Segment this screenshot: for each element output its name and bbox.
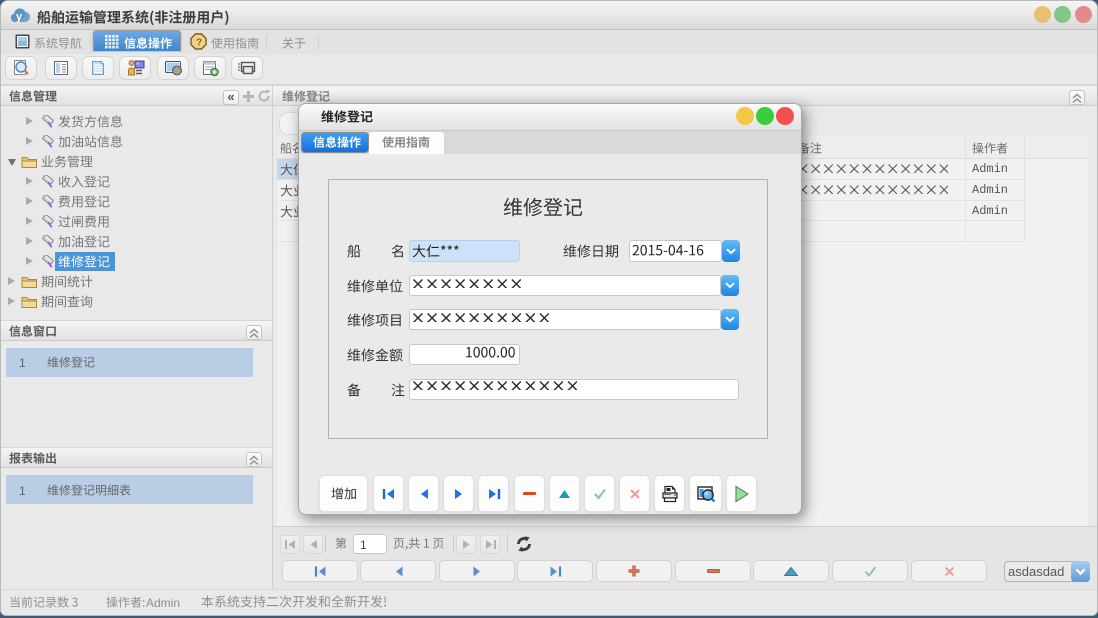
svg-text:?: ? [196, 38, 202, 49]
svg-text:y: y [16, 11, 23, 23]
